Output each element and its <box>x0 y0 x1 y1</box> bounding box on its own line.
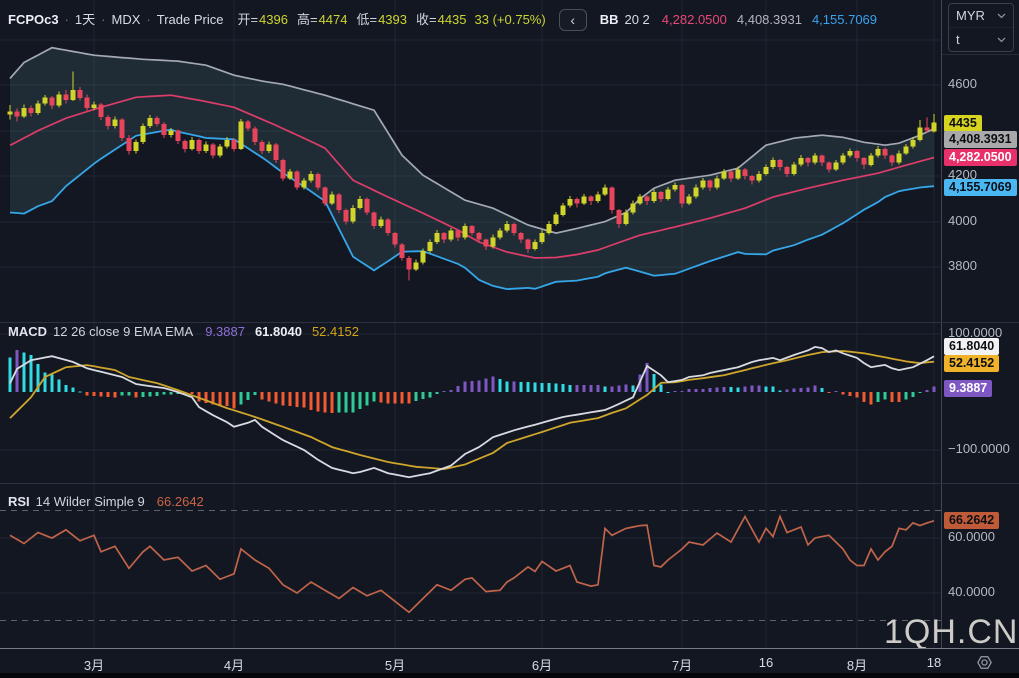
time-tick-label: 4月 <box>224 655 244 674</box>
axis-value-badge: 66.2642 <box>944 512 999 529</box>
chevron-down-icon <box>997 37 1006 43</box>
interval-label[interactable]: 1天 <box>75 11 95 29</box>
time-tick-label: 3月 <box>84 655 104 674</box>
unit-label: t <box>956 32 960 47</box>
collapse-legend-button[interactable]: ‹ <box>559 9 587 31</box>
exchange-label: MDX <box>112 11 141 29</box>
bb-basis-value: 4,282.0500 <box>662 11 727 29</box>
macd-signal-value: 52.4152 <box>312 323 359 341</box>
watermark: 1QH.CN <box>884 613 1018 652</box>
ohlc-group: 开=4396 高=4474 低=4393 收=4435 <box>237 11 466 29</box>
price-tick-label: 4600 <box>948 76 977 91</box>
trading-chart-app: FCPOc3 · 1天 · MDX · Trade Price 开=4396 高… <box>0 0 1019 678</box>
rsi-title[interactable]: RSI <box>8 493 30 511</box>
axis-unit-controls: MYR t <box>948 3 1014 52</box>
symbol-title[interactable]: FCPOc3 <box>8 11 59 29</box>
axis-value-badge: 4435 <box>944 115 982 132</box>
close-label: 收= <box>416 11 437 29</box>
gear-icon[interactable] <box>975 653 994 672</box>
rsi-legend: RSI 14 Wilder Simple 9 66.2642 <box>8 493 204 511</box>
unit-selector[interactable]: t <box>949 27 1013 51</box>
time-tick-label: 8月 <box>847 655 867 674</box>
pane-separator-macd[interactable] <box>0 322 1019 323</box>
low-label: 低= <box>356 11 377 29</box>
macd-tick-label: −100.0000 <box>948 441 1010 456</box>
axis-value-badge: 52.4152 <box>944 355 999 372</box>
axis-value-badge: 4,408.3931 <box>944 131 1017 148</box>
time-tick-label: 5月 <box>385 655 405 674</box>
time-tick-label: 18 <box>927 655 941 670</box>
currency-label: MYR <box>956 8 985 23</box>
chevron-down-icon <box>997 13 1006 19</box>
rsi-params: 14 Wilder Simple 9 <box>36 493 145 511</box>
series-type-label: Trade Price <box>157 11 224 29</box>
axis-value-badge: 9.3887 <box>944 380 992 397</box>
bb-indicator-title[interactable]: BB <box>600 11 619 29</box>
time-tick-label: 16 <box>759 655 773 670</box>
macd-line <box>10 347 934 477</box>
axis-subline <box>942 54 1019 55</box>
time-tick-label: 6月 <box>532 655 552 674</box>
main-legend: FCPOc3 · 1天 · MDX · Trade Price 开=4396 高… <box>8 9 936 31</box>
currency-selector[interactable]: MYR <box>949 4 1013 27</box>
price-tick-label: 4000 <box>948 213 977 228</box>
rsi-tick-label: 60.0000 <box>948 529 995 544</box>
macd-line-value: 61.8040 <box>255 323 302 341</box>
chevron-left-icon: ‹ <box>570 12 575 28</box>
axis-value-badge: 4,282.0500 <box>944 149 1017 166</box>
price-tick-label: 3800 <box>948 258 977 273</box>
pane-separator-rsi[interactable] <box>0 483 1019 484</box>
open-label: 开= <box>237 11 258 29</box>
axis-border <box>941 0 942 673</box>
rsi-line <box>10 517 934 613</box>
macd-hist-value: 9.3887 <box>205 323 245 341</box>
axis-value-badge: 4,155.7069 <box>944 179 1017 196</box>
bottom-strip <box>0 673 1019 678</box>
close-value: 4435 <box>438 11 467 29</box>
low-value: 4393 <box>378 11 407 29</box>
separator: · <box>101 11 105 29</box>
macd-legend: MACD 12 26 close 9 EMA EMA 9.3887 61.804… <box>8 323 359 341</box>
change-value: 33 (+0.75%) <box>475 11 546 29</box>
rsi-tick-label: 40.0000 <box>948 584 995 599</box>
rsi-value: 66.2642 <box>157 493 204 511</box>
high-value: 4474 <box>319 11 348 29</box>
price-axis-panel[interactable]: 4600420040003800100.0000−100.000060.0000… <box>941 0 1019 648</box>
separator: · <box>65 11 69 29</box>
bb-indicator-params: 20 2 <box>624 11 649 29</box>
macd-params: 12 26 close 9 EMA EMA <box>53 323 193 341</box>
axis-value-badge: 61.8040 <box>944 338 999 355</box>
time-tick-label: 7月 <box>672 655 692 674</box>
open-value: 4396 <box>259 11 288 29</box>
macd-title[interactable]: MACD <box>8 323 47 341</box>
time-axis-panel[interactable]: 3月 4月 5月 6月 7月 16 8月 18 <box>0 648 1019 674</box>
bb-lower-value: 4,155.7069 <box>812 11 877 29</box>
separator: · <box>146 11 150 29</box>
bb-upper-value: 4,408.3931 <box>737 11 802 29</box>
high-label: 高= <box>297 11 318 29</box>
